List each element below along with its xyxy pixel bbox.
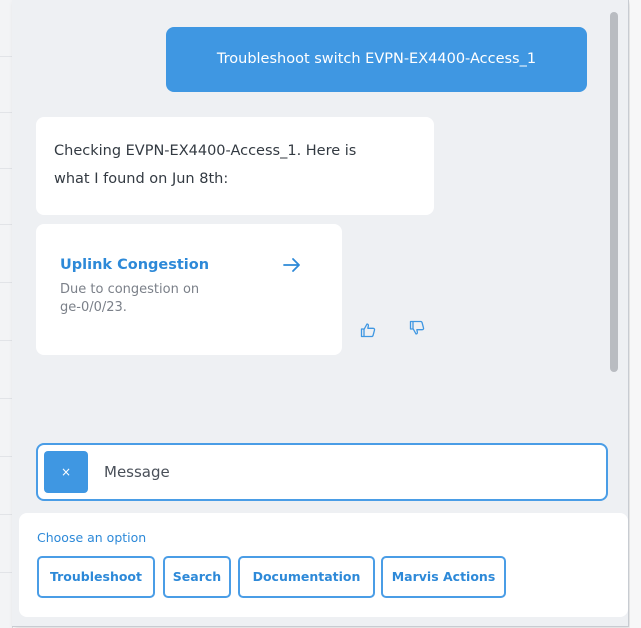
background-divider xyxy=(0,168,12,169)
message-scrollbar[interactable] xyxy=(610,12,618,372)
result-card-description-line: Due to congestion on xyxy=(60,282,200,297)
background-divider xyxy=(0,456,12,457)
chat-window: Troubleshoot switch EVPN-EX4400-Access_1… xyxy=(0,0,641,628)
options-label: Choose an option xyxy=(37,530,147,545)
message-input[interactable] xyxy=(104,453,584,491)
result-card-description: Due to congestion on ge-0/0/23. xyxy=(60,281,250,317)
clear-button[interactable]: × xyxy=(44,451,88,493)
bot-message-line: what I found on Jun 8th: xyxy=(54,171,229,187)
background-divider xyxy=(0,112,12,113)
user-message-bubble: Troubleshoot switch EVPN-EX4400-Access_1 xyxy=(166,27,587,92)
quick-options: Choose an option Troubleshoot Search Doc… xyxy=(19,513,628,617)
arrow-right-icon[interactable] xyxy=(282,255,302,275)
background-divider xyxy=(0,398,12,399)
background-divider xyxy=(0,282,12,283)
background-divider xyxy=(0,340,12,341)
result-card-title[interactable]: Uplink Congestion xyxy=(60,257,209,273)
thumbs-up-icon[interactable] xyxy=(360,322,376,338)
documentation-button[interactable]: Documentation xyxy=(238,556,375,598)
chat-panel: Troubleshoot switch EVPN-EX4400-Access_1… xyxy=(12,0,629,627)
message-history: Troubleshoot switch EVPN-EX4400-Access_1… xyxy=(12,0,628,380)
bot-message-line: Checking EVPN-EX4400-Access_1. Here is xyxy=(54,143,357,159)
background-divider xyxy=(0,514,12,515)
result-card-uplink-congestion[interactable]: Uplink Congestion Due to congestion on g… xyxy=(36,224,342,355)
result-card-description-line: ge-0/0/23. xyxy=(60,300,127,315)
marvis-actions-button[interactable]: Marvis Actions xyxy=(381,556,506,598)
background-divider xyxy=(0,56,12,57)
troubleshoot-button[interactable]: Troubleshoot xyxy=(37,556,155,598)
bot-message-bubble: Checking EVPN-EX4400-Access_1. Here is w… xyxy=(36,117,434,215)
user-message-text: Troubleshoot switch EVPN-EX4400-Access_1 xyxy=(216,51,537,67)
background-divider xyxy=(0,572,12,573)
search-button[interactable]: Search xyxy=(163,556,231,598)
background-page-edge xyxy=(630,0,641,628)
thumbs-down-icon[interactable] xyxy=(409,320,425,336)
message-composer: × xyxy=(36,443,608,501)
background-divider xyxy=(0,224,12,225)
